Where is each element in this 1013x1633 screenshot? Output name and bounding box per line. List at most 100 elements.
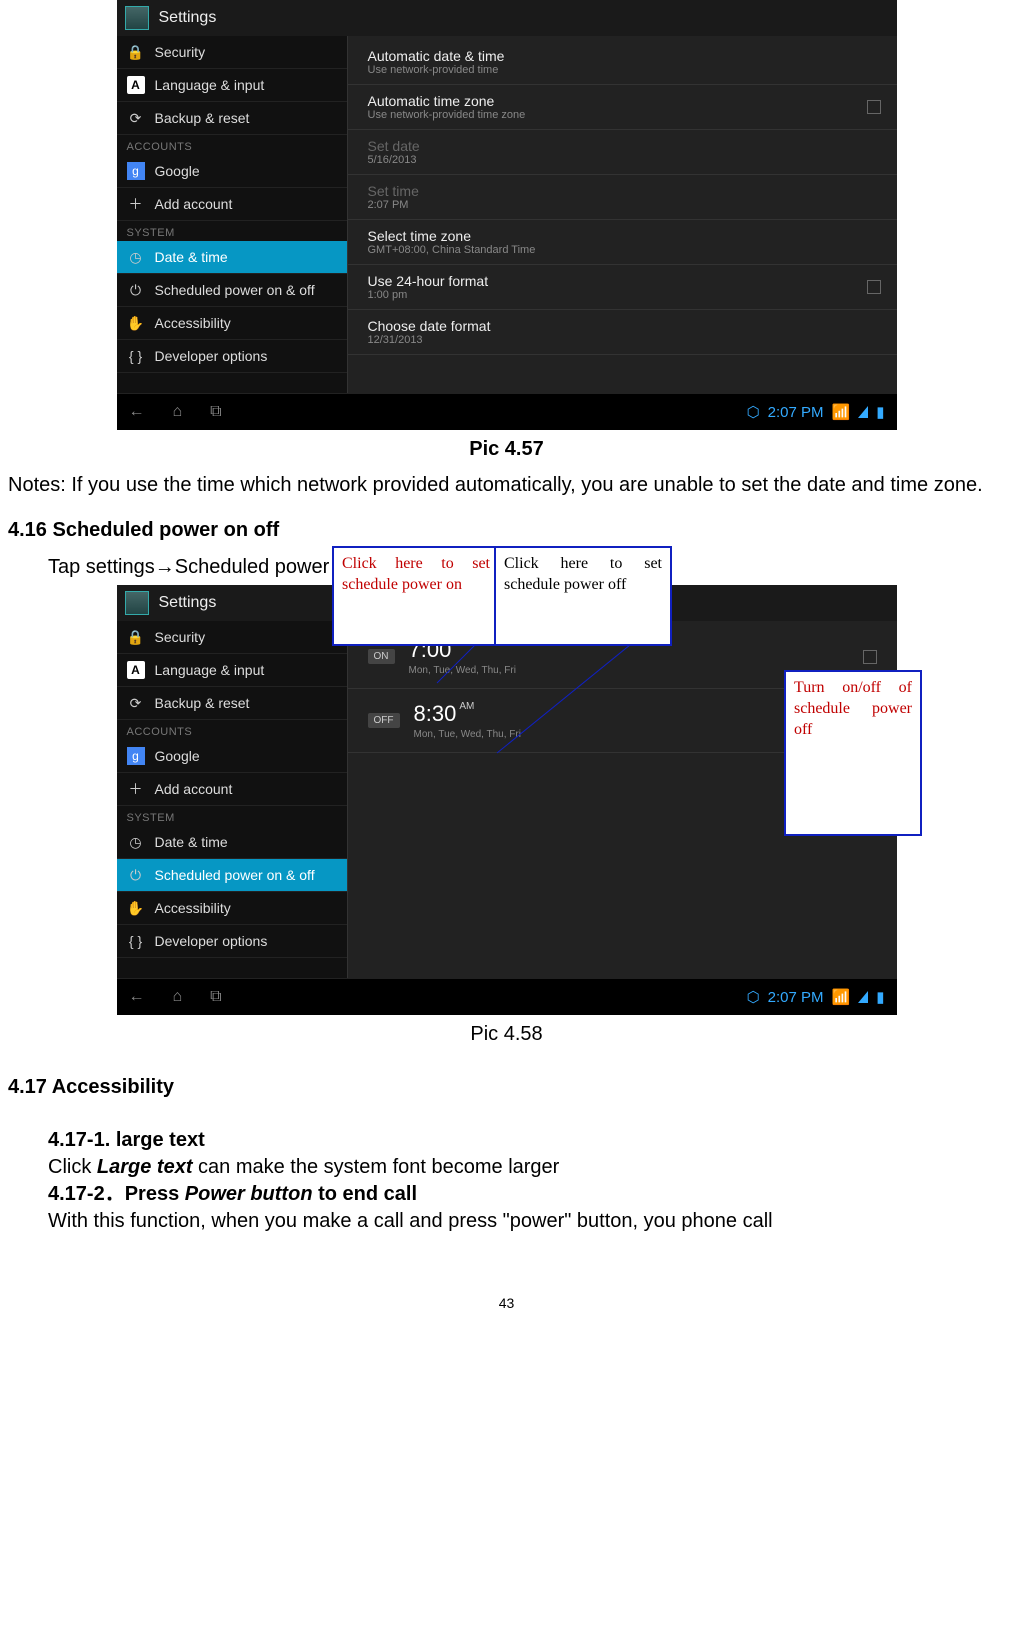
clock-icon: ◷: [127, 833, 145, 851]
sidebar-item-label: Backup & reset: [155, 110, 250, 126]
braces-icon: { }: [127, 932, 145, 950]
schedule-on-checkbox[interactable]: [863, 650, 877, 664]
power-icon: ⏻: [127, 281, 145, 299]
body-text-notes: Notes: If you use the time which network…: [0, 471, 1013, 499]
sidebar-item-google[interactable]: g Google: [117, 155, 347, 188]
a-icon: A: [127, 661, 145, 679]
setting-subtitle: Use network-provided time: [368, 64, 877, 76]
sidebar-item-backup[interactable]: ⟳ Backup & reset: [117, 687, 347, 720]
backup-icon: ⟳: [127, 109, 145, 127]
section-heading-417: 4.17 Accessibility: [0, 1056, 1013, 1111]
settings-sidebar: 🔒 Security A Language & input ⟳ Backup &…: [117, 36, 348, 396]
sidebar-item-label: Accessibility: [155, 900, 231, 916]
sidebar-item-accessibility[interactable]: ✋ Accessibility: [117, 892, 347, 925]
settings-header: Settings: [117, 0, 897, 36]
system-nav-bar: ← ⌂ ⧉ ⬡ 2:07 PM 📶 ▮: [117, 978, 897, 1015]
sidebar-item-backup[interactable]: ⟳ Backup & reset: [117, 102, 347, 135]
sidebar-item-label: Scheduled power on & off: [155, 282, 315, 298]
sidebar-item-scheduled-power[interactable]: ⏻ Scheduled power on & off: [117, 274, 347, 307]
sidebar-item-label: Add account: [155, 196, 233, 212]
settings-main-panel: Automatic date & time Use network-provid…: [348, 36, 897, 396]
setting-subtitle: 1:00 pm: [368, 289, 877, 301]
sidebar-item-google[interactable]: g Google: [117, 740, 347, 773]
sidebar-item-security[interactable]: 🔒 Security: [117, 621, 347, 654]
sidebar-item-label: Scheduled power on & off: [155, 867, 315, 883]
screenshot-pic-4-58: Settings 🔒 Security A Language & input: [117, 585, 897, 1015]
battery-icon: ▮: [876, 403, 884, 421]
sidebar-item-add-account[interactable]: ＋ Add account: [117, 773, 347, 806]
power-icon: ⏻: [127, 866, 145, 884]
setting-subtitle: 2:07 PM: [368, 199, 877, 211]
settings-title: Settings: [159, 9, 217, 27]
battery-icon: ▮: [876, 988, 884, 1006]
setting-title: Select time zone: [368, 228, 877, 244]
home-icon[interactable]: ⌂: [173, 403, 183, 421]
setting-auto-time-zone[interactable]: Automatic time zone Use network-provided…: [348, 85, 897, 130]
lock-icon: 🔒: [127, 628, 145, 646]
schedule-days: Mon, Tue, Wed, Thu, Fri: [414, 729, 521, 740]
checkbox[interactable]: [867, 280, 881, 294]
backup-icon: ⟳: [127, 694, 145, 712]
sidebar-item-date-time[interactable]: ◷ Date & time: [117, 241, 347, 274]
sidebar-item-accessibility[interactable]: ✋ Accessibility: [117, 307, 347, 340]
sidebar-item-developer[interactable]: { } Developer options: [117, 925, 347, 958]
sidebar-header-system: SYSTEM: [117, 806, 347, 826]
setting-title: Use 24-hour format: [368, 273, 877, 289]
braces-icon: { }: [127, 347, 145, 365]
signal-icon: [858, 406, 868, 418]
setting-subtitle: GMT+08:00, China Standard Time: [368, 244, 877, 256]
setting-select-time-zone[interactable]: Select time zone GMT+08:00, China Standa…: [348, 220, 897, 265]
sidebar-item-security[interactable]: 🔒 Security: [117, 36, 347, 69]
recent-icon[interactable]: ⧉: [210, 403, 221, 421]
setting-24hour-format[interactable]: Use 24-hour format 1:00 pm: [348, 265, 897, 310]
schedule-days: Mon, Tue, Wed, Thu, Fri: [409, 665, 516, 676]
checkbox[interactable]: [867, 100, 881, 114]
figure-caption: Pic 4.58: [0, 1023, 1013, 1046]
sidebar-item-date-time[interactable]: ◷ Date & time: [117, 826, 347, 859]
subsection-4172-body: With this function, when you make a call…: [48, 1208, 993, 1235]
google-icon: g: [127, 747, 145, 765]
settings-icon: [125, 591, 149, 615]
back-icon[interactable]: ←: [129, 403, 145, 421]
signal-icon: [858, 991, 868, 1003]
setting-date-format[interactable]: Choose date format 12/31/2013: [348, 310, 897, 355]
sidebar-item-label: Security: [155, 44, 206, 60]
sidebar-item-developer[interactable]: { } Developer options: [117, 340, 347, 373]
sidebar-item-label: Date & time: [155, 834, 228, 850]
sidebar-header-accounts: ACCOUNTS: [117, 135, 347, 155]
sidebar-item-add-account[interactable]: ＋ Add account: [117, 188, 347, 221]
hand-icon: ✋: [127, 314, 145, 332]
setting-title: Set time: [368, 183, 877, 199]
sidebar-item-label: Language & input: [155, 662, 265, 678]
sidebar-item-language[interactable]: A Language & input: [117, 654, 347, 687]
setting-title: Choose date format: [368, 318, 877, 334]
callout-toggle-schedule-off: Turn on/off of schedule power off: [784, 670, 922, 836]
plus-icon: ＋: [127, 780, 145, 798]
figure-caption: Pic 4.57: [0, 438, 1013, 461]
google-icon: g: [127, 162, 145, 180]
setting-auto-date-time[interactable]: Automatic date & time Use network-provid…: [348, 40, 897, 85]
sidebar-item-label: Security: [155, 629, 206, 645]
screenshot-pic-4-57: Settings 🔒 Security A Language & input ⟳…: [117, 0, 897, 430]
home-icon[interactable]: ⌂: [173, 988, 183, 1006]
setting-subtitle: Use network-provided time zone: [368, 109, 877, 121]
subsection-4171-body: Click Large text can make the system fon…: [48, 1154, 993, 1181]
sidebar-item-scheduled-power[interactable]: ⏻ Scheduled power on & off: [117, 859, 347, 892]
settings-sidebar: 🔒 Security A Language & input ⟳ Backup &…: [117, 621, 348, 981]
sidebar-item-label: Language & input: [155, 77, 265, 93]
setting-title: Automatic date & time: [368, 48, 877, 64]
on-badge: ON: [368, 649, 395, 664]
subsection-4171-head: 4.17-1. large text: [48, 1127, 993, 1154]
lock-icon: 🔒: [127, 43, 145, 61]
wifi-icon: 📶: [832, 988, 851, 1006]
sidebar-header-system: SYSTEM: [117, 221, 347, 241]
usb-icon: ⬡: [747, 403, 760, 421]
wifi-icon: 📶: [832, 403, 851, 421]
back-icon[interactable]: ←: [129, 988, 145, 1006]
sidebar-item-language[interactable]: A Language & input: [117, 69, 347, 102]
callout-set-schedule-on: Click here to set schedule power on: [332, 546, 500, 646]
sidebar-item-label: Accessibility: [155, 315, 231, 331]
recent-icon[interactable]: ⧉: [210, 988, 221, 1006]
settings-title: Settings: [159, 594, 217, 612]
hand-icon: ✋: [127, 899, 145, 917]
